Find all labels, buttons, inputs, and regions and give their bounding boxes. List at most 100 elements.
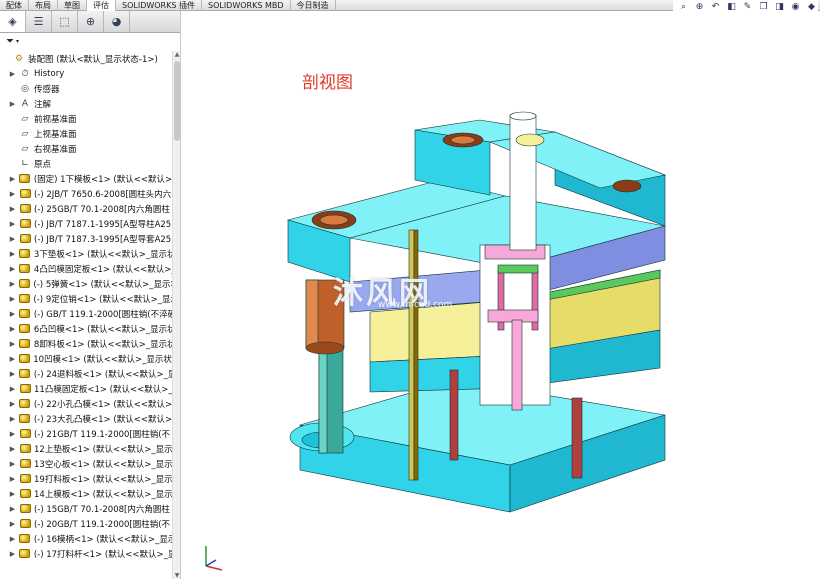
tree-item-label: 4凸凹模固定板<1> (默认<<默认>_: [33, 264, 175, 275]
tree-item[interactable]: ▶ 12上垫板<1> (默认<<默认>_显示: [0, 441, 175, 456]
expand-arrow-icon[interactable]: ▶: [8, 280, 17, 288]
dimxpert-icon[interactable]: ⊕: [78, 11, 104, 32]
tree-item[interactable]: ▶ 11凸模固定板<1> (默认<<默认>_: [0, 381, 175, 396]
expand-arrow-icon[interactable]: ▶: [8, 535, 17, 543]
tree-item[interactable]: ▶ (-) JB/T 7187.1-1995[A型导柱A25: [0, 216, 175, 231]
graphics-area[interactable]: [182, 11, 820, 579]
tree-item[interactable]: ∟ 原点: [0, 156, 175, 171]
panel-tabs: ◈ ☰ ⬚ ⊕ ◕: [0, 11, 180, 33]
tree-scrollbar[interactable]: ▲ ▼: [172, 51, 180, 579]
tree-item[interactable]: ▱ 上视基准面: [0, 126, 175, 141]
configuration-manager-icon[interactable]: ⬚: [52, 11, 78, 32]
expand-arrow-icon[interactable]: ▶: [8, 190, 17, 198]
tree-item[interactable]: ▶ (-) 25GB/T 70.1-2008[内六角圆柱: [0, 201, 175, 216]
tree-item[interactable]: ▶ 3下垫板<1> (默认<<默认>_显示状: [0, 246, 175, 261]
tree-item[interactable]: ▶ 10凹模<1> (默认<<默认>_显示状态: [0, 351, 175, 366]
tree-item[interactable]: ▶ 19打料板<1> (默认<<默认>_显示: [0, 471, 175, 486]
tree-item[interactable]: ▶ 4凸凹模固定板<1> (默认<<默认>_: [0, 261, 175, 276]
expand-arrow-icon[interactable]: ▶: [8, 325, 17, 333]
tree-item[interactable]: ▶ 13空心板<1> (默认<<默认>_显示: [0, 456, 175, 471]
expand-arrow-icon[interactable]: ▶: [8, 340, 17, 348]
ribbon-tab[interactable]: SOLIDWORKS MBD: [202, 0, 291, 11]
expand-arrow-icon[interactable]: ▶: [8, 445, 17, 453]
expand-arrow-icon[interactable]: ▶: [8, 460, 17, 468]
tree-item[interactable]: ▶ 8卸料板<1> (默认<<默认>_显示状: [0, 336, 175, 351]
tree-root[interactable]: ⚙ 装配图 (默认<默认_显示状态-1>): [0, 51, 175, 66]
tree-filter[interactable]: ⏷ ▾: [0, 33, 180, 49]
expand-arrow-icon[interactable]: ▶: [8, 175, 17, 183]
scroll-thumb[interactable]: [174, 61, 180, 141]
display-manager-icon[interactable]: ◕: [104, 11, 130, 32]
history-icon: ⏱: [21, 68, 29, 79]
tree-item[interactable]: ▶ (-) 23大孔凸模<1> (默认<<默认>_: [0, 411, 175, 426]
ribbon-tab[interactable]: 今日制造: [291, 0, 336, 11]
part-icon: [19, 428, 31, 439]
expand-arrow-icon[interactable]: ▶: [8, 100, 17, 108]
part-icon: [19, 488, 31, 499]
property-manager-icon[interactable]: ☰: [26, 11, 52, 32]
part-icon: [19, 443, 31, 454]
ribbon-tab[interactable]: 布局: [29, 0, 58, 11]
tree-item-label: 8卸料板<1> (默认<<默认>_显示状: [33, 339, 175, 350]
ribbon-tab[interactable]: SOLIDWORKS 插件: [116, 0, 202, 11]
expand-arrow-icon[interactable]: ▶: [8, 220, 17, 228]
ribbon-tab[interactable]: 评估: [87, 0, 116, 11]
tree-item[interactable]: ▶ (-) 17打料杆<1> (默认<<默认>_显: [0, 546, 175, 561]
tree-item[interactable]: ▶ (-) 5弹簧<1> (默认<<默认>_显示状: [0, 276, 175, 291]
expand-arrow-icon[interactable]: ▶: [8, 520, 17, 528]
tree-item[interactable]: ▱ 前视基准面: [0, 111, 175, 126]
expand-arrow-icon[interactable]: ▶: [8, 235, 17, 243]
expand-arrow-icon[interactable]: ▶: [8, 265, 17, 273]
tree-item[interactable]: ▶ ⏱ History: [0, 66, 175, 81]
tree-item[interactable]: ▶ A 注解: [0, 96, 175, 111]
tree-item-label: (-) 23大孔凸模<1> (默认<<默认>_: [33, 414, 175, 425]
part-icon: [19, 413, 31, 424]
expand-arrow-icon[interactable]: ▶: [8, 475, 17, 483]
expand-arrow-icon[interactable]: ▶: [8, 400, 17, 408]
expand-arrow-icon[interactable]: ▶: [8, 250, 17, 258]
tree-item[interactable]: ▶ (-) 9定位销<1> (默认<<默认>_显示: [0, 291, 175, 306]
expand-arrow-icon[interactable]: ▶: [8, 550, 17, 558]
tree-item-label: 10凹模<1> (默认<<默认>_显示状态: [33, 354, 175, 365]
tree-item[interactable]: ▶ (-) 16模柄<1> (默认<<默认>_显示: [0, 531, 175, 546]
part-icon: [19, 293, 31, 304]
ribbon-tab[interactable]: 草图: [58, 0, 87, 11]
expand-arrow-icon[interactable]: ▶: [8, 430, 17, 438]
tree-item[interactable]: ▶ (-) 21GB/T 119.1-2000[圆柱销(不: [0, 426, 175, 441]
tree-item[interactable]: ▶ (-) 2JB/T 7650.6-2008[圆柱头内六: [0, 186, 175, 201]
tree-item-label: (-) 16模柄<1> (默认<<默认>_显示: [33, 534, 175, 545]
expand-arrow-icon[interactable]: ▶: [8, 370, 17, 378]
tree-item[interactable]: ▶ (固定) 1下模板<1> (默认<<默认>_: [0, 171, 175, 186]
tree-item[interactable]: ▶ 6凸凹模<1> (默认<<默认>_显示状: [0, 321, 175, 336]
tree-item[interactable]: ▶ (-) 15GB/T 70.1-2008[内六角圆柱: [0, 501, 175, 516]
expand-arrow-icon[interactable]: ▶: [8, 355, 17, 363]
expand-arrow-icon[interactable]: ▶: [8, 415, 17, 423]
ribbon-tab[interactable]: 配体: [0, 0, 29, 11]
part-icon: [19, 233, 31, 244]
tree-item-label: 传感器: [34, 84, 60, 95]
feature-manager-icon[interactable]: ◈: [0, 11, 26, 32]
expand-arrow-icon[interactable]: ▶: [8, 505, 17, 513]
expand-arrow-icon[interactable]: ▶: [8, 490, 17, 498]
expand-arrow-icon[interactable]: ▶: [8, 295, 17, 303]
expand-arrow-icon[interactable]: ▶: [8, 310, 17, 318]
tree-item[interactable]: ▶ (-) GB/T 119.1-2000[圆柱销(不淬硬: [0, 306, 175, 321]
plane-icon: ▱: [21, 143, 29, 154]
tree-item-label: 注解: [34, 99, 52, 110]
scroll-down-icon[interactable]: ▼: [173, 572, 181, 579]
filter-icon[interactable]: ⏷: [6, 36, 14, 47]
tree-item-label: (-) JB/T 7187.3-1995[A型导套A25: [34, 234, 172, 245]
expand-arrow-icon[interactable]: ▶: [8, 70, 17, 78]
expand-arrow-icon[interactable]: ▶: [8, 385, 17, 393]
tree-item[interactable]: ▶ (-) 24退料板<1> (默认<<默认>_显: [0, 366, 175, 381]
tree-item[interactable]: ▶ (-) JB/T 7187.3-1995[A型导套A25: [0, 231, 175, 246]
tree-item[interactable]: ▱ 右视基准面: [0, 141, 175, 156]
tree-item[interactable]: ◎ 传感器: [0, 81, 175, 96]
tree-item[interactable]: ▶ 14上模板<1> (默认<<默认>_显示: [0, 486, 175, 501]
filter-dropdown-icon[interactable]: ▾: [16, 38, 19, 45]
tree-item[interactable]: ▶ (-) 20GB/T 119.1-2000[圆柱销(不: [0, 516, 175, 531]
expand-arrow-icon[interactable]: ▶: [8, 205, 17, 213]
scroll-up-icon[interactable]: ▲: [173, 51, 181, 58]
tree-item[interactable]: ▶ (-) 22小孔凸模<1> (默认<<默认>_: [0, 396, 175, 411]
axis-triad-icon: [205, 546, 223, 571]
